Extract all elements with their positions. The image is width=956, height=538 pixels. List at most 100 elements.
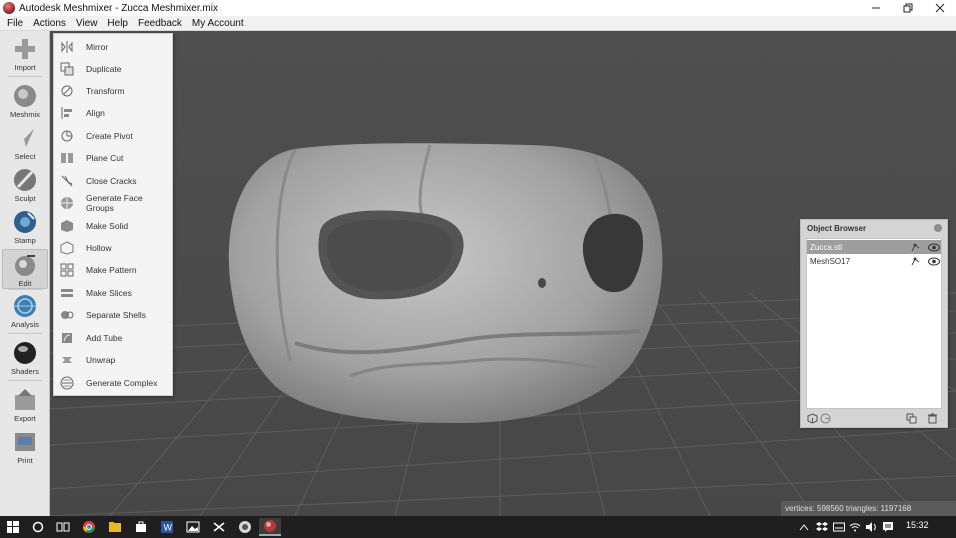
word-icon[interactable]: W (156, 518, 178, 536)
close-icon[interactable] (934, 224, 942, 232)
trash-icon[interactable] (927, 413, 938, 424)
windows-taskbar: W 15:32 (0, 516, 956, 538)
tool-export[interactable]: Export (2, 385, 48, 425)
chrome-icon[interactable] (78, 518, 100, 536)
menu-file[interactable]: File (2, 18, 28, 29)
store-icon[interactable] (130, 518, 152, 536)
menu-item-duplicate[interactable]: Duplicate (54, 59, 172, 79)
menu-item-make-solid[interactable]: Make Solid (54, 216, 172, 236)
tool-stamp[interactable]: Stamp (2, 207, 48, 247)
tool-label: Analysis (11, 320, 39, 329)
lock-icon[interactable] (911, 243, 920, 252)
unwrap-icon (62, 357, 72, 363)
window-controls (860, 0, 956, 16)
meshmixer-icon[interactable] (259, 518, 281, 536)
tool-label: Meshmix (9, 110, 40, 119)
pivot-icon (61, 130, 73, 142)
lock-icon[interactable] (911, 257, 920, 266)
transform-icon (61, 85, 73, 97)
visibility-eye-icon[interactable] (928, 257, 940, 266)
meshmix-icon (14, 85, 36, 107)
cube-icon[interactable] (807, 413, 818, 424)
tool-import[interactable]: Import (2, 34, 48, 74)
make-solid-icon (61, 220, 73, 232)
menu-item-generate-complex[interactable]: Generate Complex (54, 373, 172, 393)
sculpt-icon (14, 169, 36, 191)
file-explorer-icon[interactable] (104, 518, 126, 536)
menu-view[interactable]: View (71, 18, 103, 29)
tool-label: Print (17, 456, 33, 465)
tool-meshmix[interactable]: Meshmix (2, 81, 48, 121)
menu-actions[interactable]: Actions (28, 18, 71, 29)
tool-label: Edit (18, 279, 32, 288)
menu-item-align[interactable]: Align (54, 103, 172, 123)
add-tube-icon (62, 333, 72, 343)
volume-icon[interactable] (864, 520, 878, 534)
dropbox-icon[interactable] (815, 520, 829, 534)
keyboard-icon[interactable] (832, 520, 846, 534)
tool-edit[interactable]: Edit (2, 249, 48, 289)
tool-sculpt[interactable]: Sculpt (2, 165, 48, 205)
tool-analysis[interactable]: Analysis (2, 291, 48, 331)
restore-icon[interactable] (892, 0, 924, 16)
duplicate-icon (60, 62, 74, 76)
app-icon[interactable] (234, 518, 256, 536)
menu-item-close-cracks[interactable]: Close Cracks (54, 171, 172, 191)
make-pattern-icon (60, 263, 74, 277)
toolbar-divider (8, 333, 42, 334)
wifi-icon[interactable] (848, 520, 862, 534)
hollow-icon (60, 241, 74, 255)
menu-item-hollow[interactable]: Hollow (54, 238, 172, 258)
object-browser-panel: Object Browser Zucca.stl MeshSO17 (800, 219, 948, 428)
object-browser-title: Object Browser (807, 224, 867, 233)
notifications-icon[interactable] (881, 520, 895, 534)
pumpkin-mesh[interactable] (228, 143, 663, 423)
window-title: Autodesk Meshmixer - Zucca Meshmixer.mix (19, 2, 218, 14)
task-view-icon[interactable] (52, 518, 74, 536)
menu-item-separate-shells[interactable]: Separate Shells (54, 305, 172, 325)
toolbar-divider (8, 76, 42, 77)
close-cracks-icon (61, 175, 73, 187)
taskbar-clock[interactable]: 15:32 (906, 520, 929, 530)
search-icon[interactable] (27, 518, 49, 536)
toolbar-divider (8, 289, 42, 290)
tool-label: Export (14, 414, 36, 423)
menu-item-make-slices[interactable]: Make Slices (54, 283, 172, 303)
photos-icon[interactable] (182, 518, 204, 536)
menu-item-mirror[interactable]: Mirror (54, 37, 172, 57)
generate-complex-icon (60, 376, 74, 390)
object-row-meshso17[interactable]: MeshSO17 (807, 254, 941, 268)
object-name: MeshSO17 (810, 256, 851, 266)
separate-shells-icon (61, 311, 74, 319)
menu-item-generate-face-groups[interactable]: Generate Face Groups (54, 193, 172, 213)
tool-label: Stamp (14, 236, 36, 245)
object-browser-header[interactable]: Object Browser (801, 220, 947, 237)
tool-shaders[interactable]: Shaders (2, 338, 48, 378)
menu-my-account[interactable]: My Account (187, 18, 249, 29)
svg-text:W: W (164, 523, 173, 533)
start-icon[interactable] (2, 518, 24, 536)
pivot-icon[interactable] (820, 413, 831, 424)
select-icon (16, 129, 34, 147)
minimize-icon[interactable] (860, 0, 892, 16)
chevron-up-icon[interactable] (798, 520, 810, 534)
menu-help[interactable]: Help (102, 18, 133, 29)
menu-item-transform[interactable]: Transform (54, 81, 172, 101)
menu-item-unwrap[interactable]: Unwrap (54, 350, 172, 370)
make-slices-icon (61, 289, 73, 297)
visibility-eye-icon[interactable] (928, 243, 940, 252)
duplicate-icon[interactable] (906, 413, 917, 424)
object-row-zucca[interactable]: Zucca.stl (807, 240, 941, 254)
menu-item-plane-cut[interactable]: Plane Cut (54, 148, 172, 168)
tool-select[interactable]: Select (2, 123, 48, 163)
menu-item-add-tube[interactable]: Add Tube (54, 328, 172, 348)
menu-item-make-pattern[interactable]: Make Pattern (54, 260, 172, 280)
close-icon[interactable] (924, 0, 956, 16)
import-icon (15, 39, 35, 59)
snipping-tool-icon[interactable] (208, 518, 230, 536)
tool-print[interactable]: Print (2, 427, 48, 467)
menu-item-create-pivot[interactable]: Create Pivot (54, 126, 172, 146)
shaders-icon (14, 342, 36, 364)
plane-cut-icon (61, 153, 73, 163)
menu-feedback[interactable]: Feedback (133, 18, 187, 29)
